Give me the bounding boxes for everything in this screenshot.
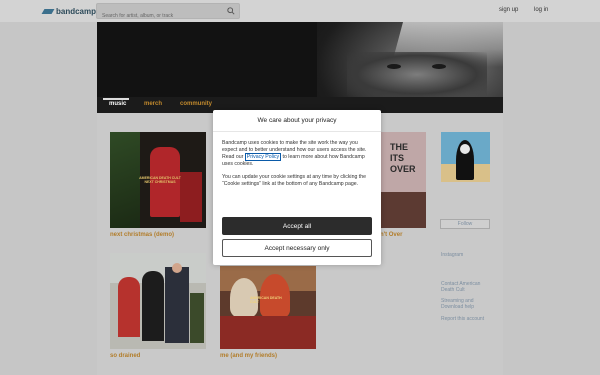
dialog-title: We care about your privacy xyxy=(213,110,381,132)
privacy-policy-link[interactable]: Privacy Policy xyxy=(244,153,282,161)
accept-all-button[interactable]: Accept all xyxy=(222,217,372,235)
cookie-consent-dialog: We care about your privacy Bandcamp uses… xyxy=(213,110,381,265)
cookie-text: Bandcamp uses cookies to make the site w… xyxy=(222,140,372,168)
cookie-settings-text: You can update your cookie settings at a… xyxy=(222,174,366,187)
dialog-body: Bandcamp uses cookies to make the site w… xyxy=(213,132,381,188)
accept-necessary-button[interactable]: Accept necessary only xyxy=(222,239,372,257)
